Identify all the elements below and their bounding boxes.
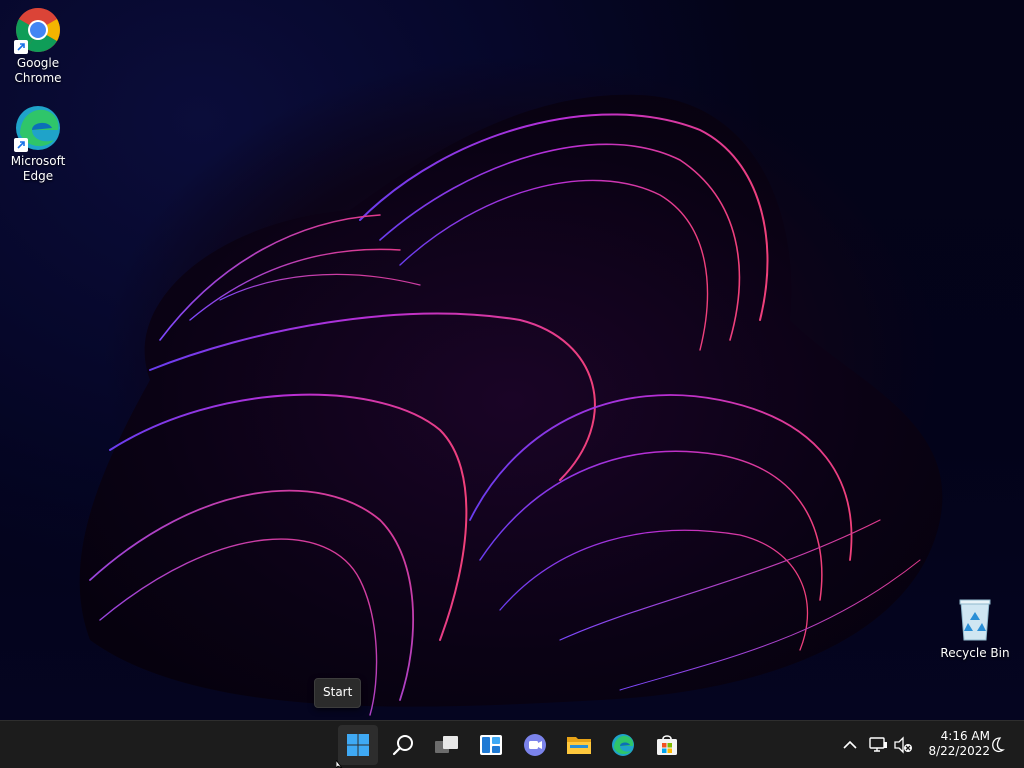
taskbar-task-view-button[interactable]: [427, 725, 467, 765]
clock-time: 4:16 AM: [940, 729, 990, 743]
notification-button[interactable]: [986, 733, 1010, 757]
chevron-up-icon: [843, 740, 857, 749]
taskbar-search-button[interactable]: [383, 725, 423, 765]
taskbar-widgets-button[interactable]: [471, 725, 511, 765]
bloom-wallpaper: [79, 94, 943, 716]
desktop-icon-chrome[interactable]: Google Chrome: [0, 6, 76, 86]
mouse-cursor: [336, 760, 343, 768]
taskbar-store-button[interactable]: [647, 725, 687, 765]
taskbar-edge-button[interactable]: [603, 725, 643, 765]
search-icon: [392, 735, 413, 756]
recycle-bin-icon: [951, 596, 999, 644]
file-explorer-icon: [567, 737, 591, 754]
taskbar-chat-button[interactable]: [515, 725, 555, 765]
teams-chat-icon: [524, 734, 546, 756]
desktop-icon-label: Recycle Bin: [940, 646, 1010, 660]
shortcut-arrow-icon: [14, 138, 28, 152]
taskbar-file-explorer-button[interactable]: [559, 725, 599, 765]
tray-volume-button[interactable]: [891, 733, 915, 757]
edge-icon: [612, 734, 634, 756]
clock-date: 8/22/2022: [928, 744, 990, 758]
desktop-icon-edge[interactable]: Microsoft Edge: [0, 104, 76, 184]
desktop-icon-label: Microsoft Edge: [10, 154, 66, 183]
widgets-icon: [480, 735, 502, 755]
task-view-icon: [435, 736, 458, 753]
notification-moon-icon: [992, 737, 1005, 753]
shortcut-arrow-icon: [14, 40, 28, 54]
taskbar-clock[interactable]: 4:16 AM 8/22/2022: [918, 729, 990, 759]
volume-muted-icon: [894, 736, 912, 754]
desktop[interactable]: Google Chrome Microsoft Edge Recycle Bin: [0, 0, 1024, 720]
desktop-icon-label: Google Chrome: [14, 56, 62, 85]
windows-start-icon: [347, 734, 369, 756]
network-icon: [869, 737, 887, 752]
chrome-icon: [14, 6, 62, 54]
taskbar-start-button[interactable]: [338, 725, 378, 765]
store-icon: [657, 735, 677, 755]
tray-overflow-button[interactable]: [838, 733, 862, 757]
tray-network-button[interactable]: [866, 733, 890, 757]
start-tooltip: Start: [314, 678, 362, 708]
edge-icon: [14, 104, 62, 152]
desktop-icon-recycle-bin[interactable]: Recycle Bin: [937, 596, 1013, 661]
taskbar: 4:16 AM 8/22/2022: [0, 720, 1024, 768]
